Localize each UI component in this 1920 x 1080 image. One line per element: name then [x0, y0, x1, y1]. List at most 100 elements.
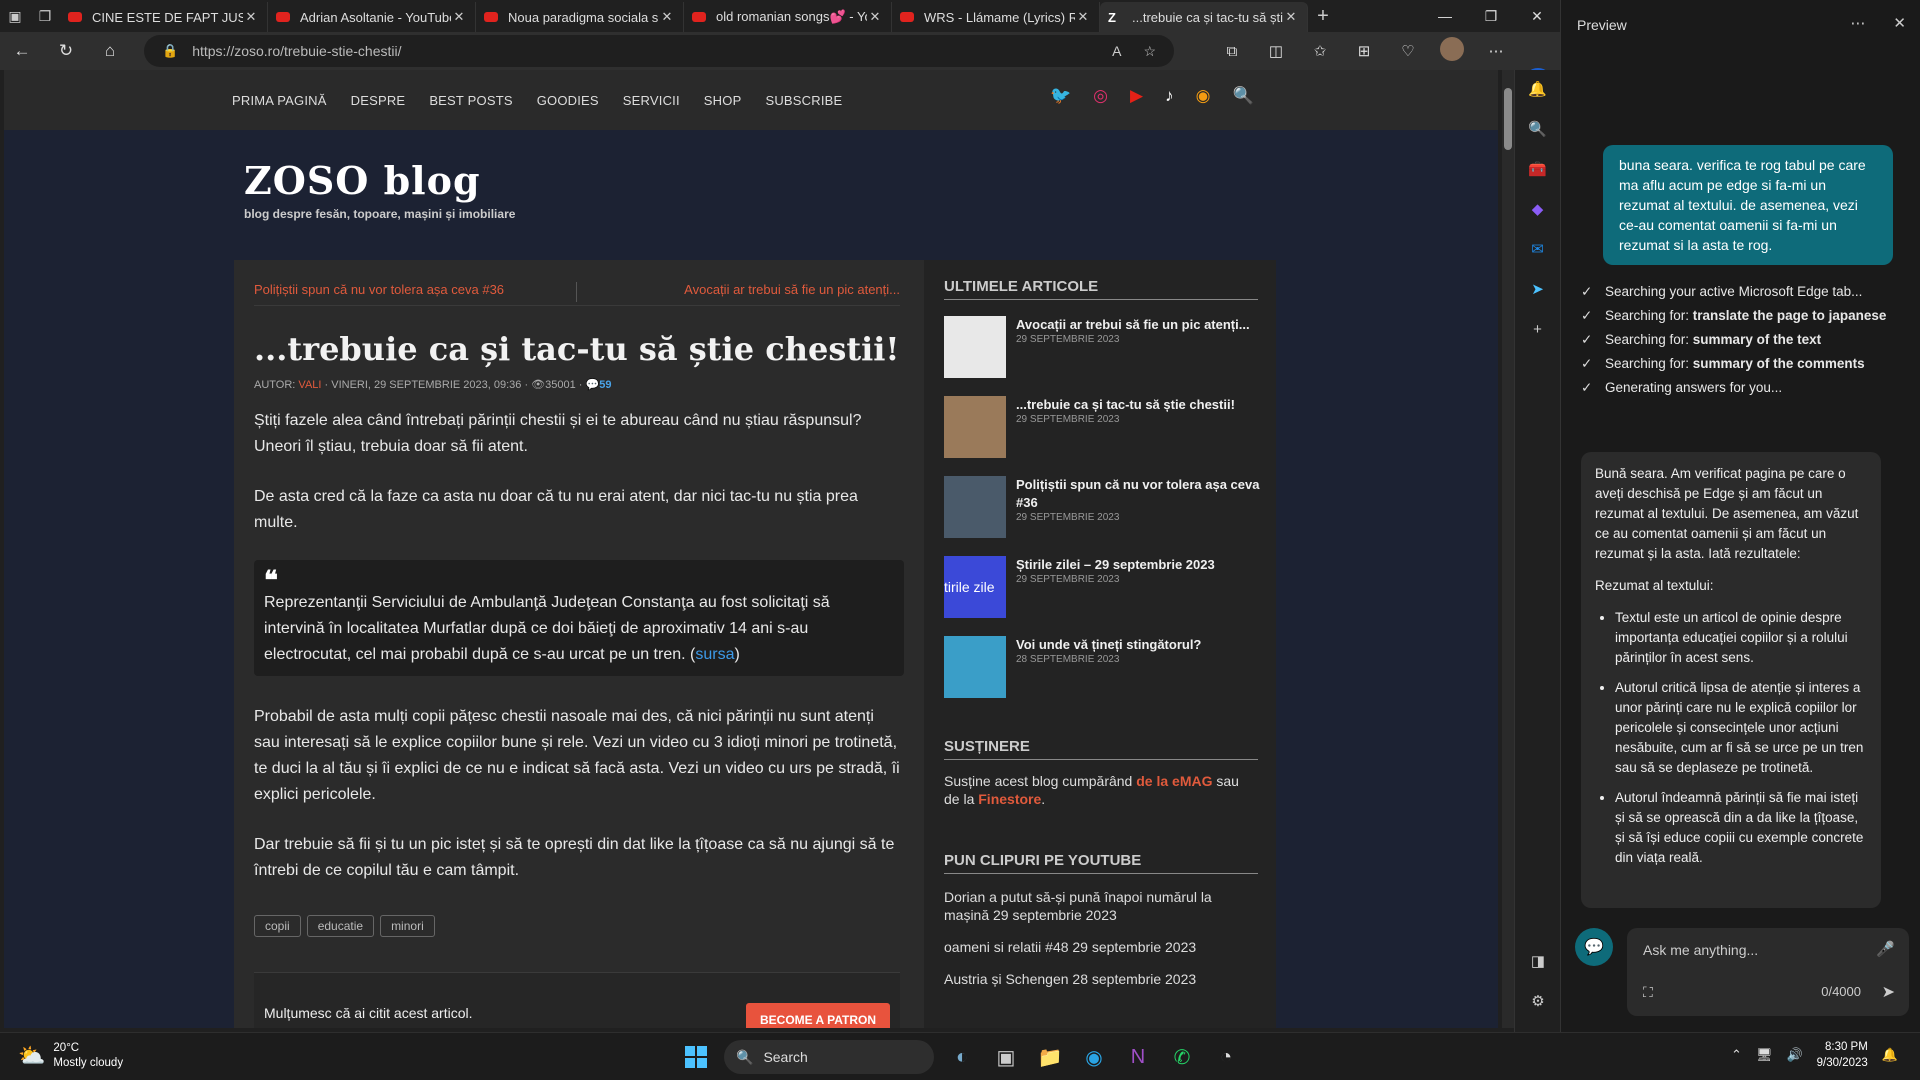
tools-icon[interactable]: 🧰: [1515, 150, 1560, 190]
add-icon[interactable]: +: [1515, 310, 1560, 350]
close-tab-icon[interactable]: ✕: [1075, 9, 1091, 25]
minimize-icon[interactable]: —: [1422, 0, 1468, 32]
youtube-icon[interactable]: ▶: [1130, 86, 1143, 106]
onenote-icon[interactable]: N: [1116, 1039, 1160, 1075]
home-icon[interactable]: ⌂: [88, 41, 132, 61]
comments-count[interactable]: 59: [599, 379, 611, 391]
sidebar-article[interactable]: Polițiștii spun că nu vor tolera așa cev…: [944, 476, 1276, 540]
source-link[interactable]: sursa: [695, 646, 734, 663]
instagram-icon[interactable]: ◎: [1093, 86, 1108, 106]
youtube-link[interactable]: oameni si relatii #48 29 septembrie 2023: [944, 938, 1256, 956]
start-button[interactable]: [674, 1039, 718, 1075]
copilot-app-icon[interactable]: ◐: [940, 1039, 984, 1075]
article-thumbnail[interactable]: [944, 316, 1006, 378]
collections-icon[interactable]: ⊞: [1342, 42, 1386, 60]
volume-icon[interactable]: 🔊: [1786, 1047, 1802, 1063]
tab[interactable]: CINE ESTE DE FAPT JUSTIŢI✕: [60, 2, 268, 32]
new-topic-button[interactable]: 💬: [1575, 928, 1613, 966]
sidebar-article[interactable]: ...trebuie ca și tac-tu să știe chestii!…: [944, 396, 1276, 460]
sidebar-article[interactable]: tirile zile Știrile zilei – 29 septembri…: [944, 556, 1276, 620]
settings-icon[interactable]: ⚙: [1515, 982, 1561, 1022]
edge-icon[interactable]: ◉: [1072, 1039, 1116, 1075]
author-link[interactable]: VALI: [298, 379, 321, 391]
next-post-link[interactable]: Avocații ar trebui să fie un pic atenți.…: [684, 282, 900, 297]
tab-actions-icon[interactable]: ❐: [30, 0, 60, 32]
search-icon[interactable]: 🔍: [1515, 110, 1560, 150]
close-tab-icon[interactable]: ✕: [243, 9, 259, 25]
twitter-icon[interactable]: 🐦: [1050, 86, 1071, 106]
notification-bell-icon[interactable]: 🔔: [1882, 1047, 1898, 1063]
article-thumbnail[interactable]: [944, 476, 1006, 538]
tab[interactable]: WRS - Llámame (Lyrics) Ro ✕: [892, 2, 1100, 32]
patreon-button[interactable]: BECOME A PATRON: [746, 1003, 890, 1028]
tab-active[interactable]: Z ...trebuie ca și tac-tu să știe ✕: [1100, 2, 1308, 32]
file-explorer-icon[interactable]: 📁: [1028, 1039, 1072, 1075]
close-window-icon[interactable]: ✕: [1514, 0, 1560, 32]
finestore-link[interactable]: Finestore: [978, 791, 1041, 807]
nav-link[interactable]: SHOP: [704, 93, 742, 108]
sidebar-article[interactable]: Voi unde vă țineți stingătorul? 28 SEPTEM…: [944, 636, 1276, 700]
taskbar-search[interactable]: 🔍 Search: [724, 1040, 934, 1074]
address-bar[interactable]: 🔒 https://zoso.ro/trebuie-stie-chestii/ …: [144, 35, 1174, 67]
weather-widget[interactable]: ⛅ 20°C Mostly cloudy: [18, 1041, 123, 1071]
network-icon[interactable]: 🖥: [1756, 1047, 1773, 1063]
clock-app-icon[interactable]: ◔: [1204, 1039, 1248, 1075]
close-icon[interactable]: ✕: [1893, 14, 1906, 32]
maximize-icon[interactable]: ❐: [1468, 0, 1514, 32]
tag[interactable]: minori: [380, 915, 435, 937]
chevron-up-icon[interactable]: ⌃: [1731, 1047, 1742, 1063]
article-thumbnail[interactable]: tirile zile: [944, 556, 1006, 618]
favorite-star-icon[interactable]: ☆: [1143, 43, 1156, 60]
close-tab-icon[interactable]: ✕: [1283, 9, 1299, 25]
favorites-icon[interactable]: ✩: [1298, 42, 1342, 60]
send-icon[interactable]: ➤: [1882, 982, 1895, 1002]
close-tab-icon[interactable]: ✕: [659, 9, 675, 25]
nav-link[interactable]: BEST POSTS: [429, 93, 512, 108]
rss-icon[interactable]: ◉: [1196, 86, 1211, 106]
notification-icon[interactable]: 🔔: [1515, 70, 1560, 110]
tab[interactable]: old romanian songs💕 - Yo ✕: [684, 2, 892, 32]
screenshot-icon[interactable]: ⛶: [1643, 984, 1653, 1001]
split-screen-icon[interactable]: ◫: [1254, 42, 1298, 60]
back-icon[interactable]: ←: [0, 41, 44, 61]
youtube-link[interactable]: Austria și Schengen 28 septembrie 2023: [944, 970, 1256, 988]
tag[interactable]: copii: [254, 915, 301, 937]
workspaces-icon[interactable]: ▣: [0, 0, 30, 32]
youtube-link[interactable]: Dorian a putut să-și pună înapoi numărul…: [944, 888, 1256, 924]
refresh-icon[interactable]: ↻: [44, 41, 88, 61]
comments-icon[interactable]: 💬: [586, 379, 600, 391]
nav-link[interactable]: SUBSCRIBE: [765, 93, 842, 108]
lock-icon[interactable]: 🔒: [162, 43, 178, 59]
nav-link[interactable]: PRIMA PAGINĂ: [232, 93, 327, 108]
nav-link[interactable]: DESPRE: [351, 93, 406, 108]
games-icon[interactable]: ◆: [1515, 190, 1560, 230]
read-aloud-icon[interactable]: A: [1112, 43, 1121, 60]
url-text[interactable]: https://zoso.ro/trebuie-stie-chestii/: [192, 43, 401, 59]
new-tab-button[interactable]: +: [1308, 5, 1338, 28]
tiktok-icon[interactable]: ♪: [1165, 86, 1174, 106]
send-icon[interactable]: ➤: [1515, 270, 1560, 310]
sidebar-toggle-icon[interactable]: ◨: [1515, 942, 1561, 982]
article-thumbnail[interactable]: [944, 636, 1006, 698]
sidebar-article[interactable]: Avocații ar trebui să fie un pic atenți.…: [944, 316, 1276, 380]
close-tab-icon[interactable]: ✕: [867, 9, 883, 25]
nav-link[interactable]: SERVICII: [623, 93, 680, 108]
article-thumbnail[interactable]: [944, 396, 1006, 458]
extensions-icon[interactable]: ⧉: [1210, 43, 1254, 60]
page-scrollbar[interactable]: [1502, 70, 1514, 1028]
prev-post-link[interactable]: Polițiștii spun că nu vor tolera așa cev…: [254, 282, 504, 297]
scrollbar-thumb[interactable]: [1504, 88, 1512, 150]
site-logo[interactable]: ZOSO blog: [244, 158, 481, 203]
tab[interactable]: Noua paradigma sociala si ✕: [476, 2, 684, 32]
browser-essentials-icon[interactable]: ♡: [1386, 42, 1430, 60]
outlook-icon[interactable]: ✉: [1515, 230, 1560, 270]
clock[interactable]: 8:30 PM 9/30/2023: [1817, 1039, 1868, 1071]
emag-link[interactable]: de la eMAG: [1136, 773, 1212, 789]
tag[interactable]: educatie: [306, 915, 375, 937]
more-icon[interactable]: ⋯: [1850, 14, 1865, 32]
task-view-icon[interactable]: ▣: [984, 1039, 1028, 1075]
nav-link[interactable]: GOODIES: [537, 93, 599, 108]
microphone-icon[interactable]: 🎤: [1876, 940, 1895, 958]
whatsapp-icon[interactable]: ✆: [1160, 1039, 1204, 1075]
more-icon[interactable]: ⋯: [1474, 42, 1518, 60]
